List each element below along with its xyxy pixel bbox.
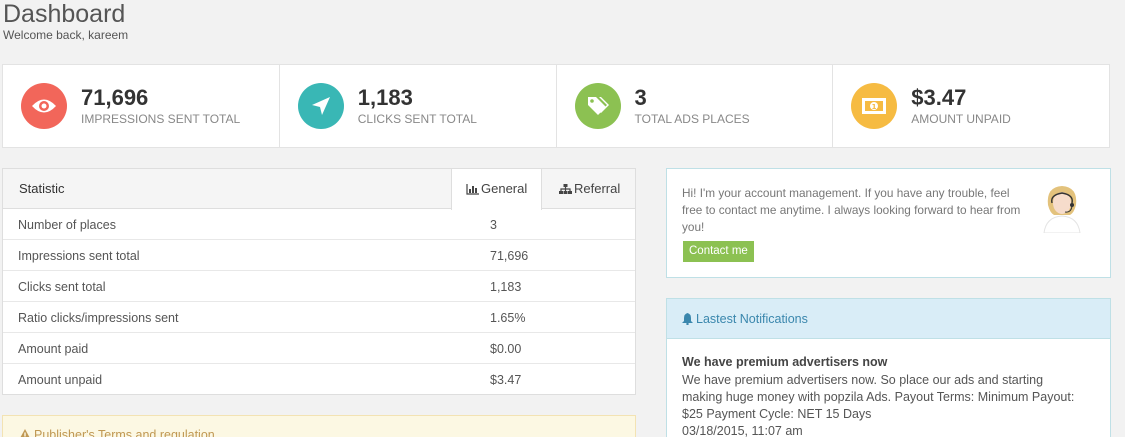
notification-heading: We have premium advertisers now: [682, 355, 888, 369]
row-label: Clicks sent total: [18, 280, 106, 294]
row-label: Impressions sent total: [18, 249, 140, 263]
stats-bar: 71,696 IMPRESSIONS SENT TOTAL 1,183 CLIC…: [2, 64, 1110, 148]
avatar: [1043, 186, 1081, 233]
svg-text:1: 1: [872, 103, 877, 111]
stat-amount-unpaid: 1 $3.47 AMOUNT UNPAID: [833, 65, 1109, 147]
tab-label: General: [481, 181, 528, 196]
bar-chart-icon: [466, 184, 479, 195]
stat-value: $3.47: [911, 85, 967, 110]
terms-panel: Publisher's Terms and regulation: [2, 415, 636, 437]
stat-label: AMOUNT UNPAID: [911, 112, 1011, 126]
row-label: Amount unpaid: [18, 373, 103, 387]
stat-label: CLICKS SENT TOTAL: [357, 112, 477, 126]
account-manager-panel: Hi! I'm your account management. If you …: [666, 168, 1111, 278]
table-row: Impressions sent total 71,696: [3, 240, 635, 271]
stat-clicks: 1,183 CLICKS SENT TOTAL: [280, 65, 557, 147]
row-value: 71,696: [490, 249, 529, 263]
terms-title-text: Publisher's Terms and regulation: [34, 428, 215, 437]
eye-icon: [21, 83, 67, 129]
location-arrow-icon: [297, 83, 344, 129]
tab-referral[interactable]: Referral: [545, 169, 634, 209]
warning-icon: [20, 429, 30, 437]
money-icon: 1: [851, 83, 898, 129]
notification-body: We have premium advertisers now. So plac…: [682, 373, 1075, 421]
stat-value: 3: [634, 85, 647, 110]
row-value: 3: [490, 218, 497, 232]
row-value: 1,183: [490, 280, 522, 294]
row-label: Number of places: [18, 218, 116, 232]
notification-date: 03/18/2015, 11:07 am: [682, 424, 803, 437]
notifications-title: Lastest Notifications: [682, 312, 808, 326]
stat-ads-places: 3 TOTAL ADS PLACES: [557, 65, 834, 147]
row-label: Amount paid: [18, 342, 89, 356]
tags-icon: [574, 83, 621, 129]
panel-title: Statistic: [19, 181, 65, 196]
terms-title[interactable]: Publisher's Terms and regulation: [19, 428, 215, 437]
notifications-title-text: Lastest Notifications: [696, 312, 808, 326]
notifications-panel: Lastest Notifications We have premium ad…: [666, 298, 1111, 437]
contact-me-button[interactable]: Contact me: [683, 241, 754, 262]
row-value: $0.00: [490, 342, 522, 356]
statistic-panel: Statistic General Referral Number of pla…: [2, 168, 636, 395]
row-value: 1.65%: [490, 311, 526, 325]
page-title: Dashboard: [3, 0, 126, 28]
manager-message: Hi! I'm your account management. If you …: [682, 186, 1021, 234]
notification-item: We have premium advertisers now We have …: [682, 354, 1082, 437]
row-label: Ratio clicks/impressions sent: [18, 311, 179, 325]
table-row: Amount paid $0.00: [3, 333, 635, 364]
bell-icon: [682, 313, 693, 326]
row-value: $3.47: [490, 373, 522, 387]
stat-label: IMPRESSIONS SENT TOTAL: [81, 112, 241, 126]
tab-general[interactable]: General: [451, 169, 543, 210]
table-row: Amount unpaid $3.47: [3, 364, 635, 395]
stat-value: 1,183: [357, 85, 413, 110]
stat-impressions: 71,696 IMPRESSIONS SENT TOTAL: [3, 65, 280, 147]
table-row: Number of places 3: [3, 209, 635, 240]
stat-value: 71,696: [81, 85, 149, 110]
welcome-text: Welcome back, kareem: [3, 28, 129, 42]
table-row: Ratio clicks/impressions sent 1.65%: [3, 302, 635, 333]
tab-label: Referral: [574, 181, 621, 196]
stat-label: TOTAL ADS PLACES: [634, 112, 750, 126]
statistic-panel-header: Statistic General Referral: [3, 169, 635, 210]
notifications-header: Lastest Notifications: [667, 299, 1110, 339]
table-row: Clicks sent total 1,183: [3, 271, 635, 302]
sitemap-icon: [559, 184, 572, 194]
